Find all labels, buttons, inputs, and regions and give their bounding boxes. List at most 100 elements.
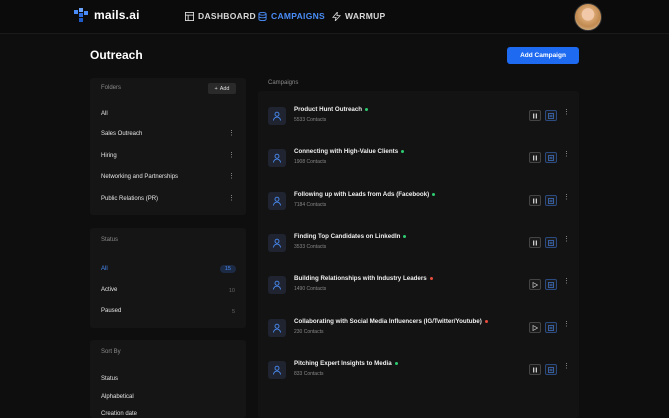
sort-item-creation-date[interactable]: Creation date bbox=[101, 411, 137, 417]
pause-icon bbox=[533, 367, 537, 372]
brand-name: mails.ai bbox=[94, 8, 140, 22]
folder-more-icon[interactable]: ⋮ bbox=[228, 152, 235, 159]
stats-icon bbox=[548, 154, 554, 161]
avatar[interactable] bbox=[574, 3, 602, 31]
nav-warmup-label: WARMUP bbox=[345, 11, 386, 21]
logo[interactable]: mails.ai bbox=[74, 8, 140, 22]
status-dot bbox=[401, 149, 405, 153]
add-folder-button[interactable]: + Add bbox=[208, 83, 236, 94]
stats-button[interactable] bbox=[545, 322, 557, 333]
bolt-icon bbox=[332, 11, 341, 21]
campaign-row[interactable]: Collaborating with Social Media Influenc… bbox=[258, 308, 579, 348]
campaign-row[interactable]: Pitching Expert Insights to Media 833 Con… bbox=[258, 350, 579, 390]
user-icon bbox=[268, 319, 286, 337]
nav-dashboard[interactable]: DASHBOARD bbox=[185, 11, 256, 21]
folder-item-hiring[interactable]: Hiring bbox=[101, 153, 117, 159]
add-campaign-button[interactable]: Add Campaign bbox=[507, 47, 579, 64]
more-icon[interactable]: ⋮ bbox=[563, 363, 570, 370]
stats-icon bbox=[548, 366, 554, 373]
play-button[interactable] bbox=[529, 279, 541, 290]
sort-heading: Sort By bbox=[101, 349, 121, 355]
more-icon[interactable]: ⋮ bbox=[563, 151, 570, 158]
page-title: Outreach bbox=[90, 48, 143, 62]
campaign-contacts: 5533 Contacts bbox=[294, 117, 327, 123]
campaign-contacts: 1490 Contacts bbox=[294, 286, 327, 292]
add-folder-label: Add bbox=[219, 85, 230, 92]
status-item-all[interactable]: All bbox=[101, 266, 108, 272]
stats-icon bbox=[548, 239, 554, 246]
stats-icon bbox=[548, 324, 554, 331]
pause-button[interactable] bbox=[529, 152, 541, 163]
folder-item-sales-outreach[interactable]: Sales Outreach bbox=[101, 131, 142, 137]
status-dot bbox=[394, 361, 398, 365]
nav-campaigns[interactable]: CAMPAIGNS bbox=[258, 11, 325, 21]
folder-more-icon[interactable]: ⋮ bbox=[228, 173, 235, 180]
campaign-title[interactable]: Following up with Leads from Ads (Facebo… bbox=[294, 191, 436, 198]
campaign-row[interactable]: Connecting with High-Value Clients 1908 C… bbox=[258, 138, 579, 178]
user-icon bbox=[268, 234, 286, 252]
pause-button[interactable] bbox=[529, 110, 541, 121]
stats-button[interactable] bbox=[545, 110, 557, 121]
status-item-paused[interactable]: Paused bbox=[101, 308, 121, 314]
stats-button[interactable] bbox=[545, 279, 557, 290]
sort-item-status[interactable]: Status bbox=[101, 376, 118, 382]
status-heading: Status bbox=[101, 237, 119, 243]
database-icon bbox=[258, 11, 267, 21]
stats-button[interactable] bbox=[545, 195, 557, 206]
nav-warmup[interactable]: WARMUP bbox=[332, 11, 386, 21]
campaign-title[interactable]: Building Relationships with Industry Lea… bbox=[294, 275, 433, 282]
folder-more-icon[interactable]: ⋮ bbox=[228, 195, 235, 202]
folders-heading: Folders bbox=[101, 85, 122, 91]
folder-item-all[interactable]: All bbox=[101, 111, 108, 117]
status-count-all: 15 bbox=[219, 265, 236, 273]
play-icon bbox=[532, 281, 538, 288]
campaign-row[interactable]: Following up with Leads from Ads (Facebo… bbox=[258, 181, 579, 221]
pause-icon bbox=[533, 198, 537, 203]
pause-button[interactable] bbox=[529, 364, 541, 375]
more-icon[interactable]: ⋮ bbox=[563, 321, 570, 328]
more-icon[interactable]: ⋮ bbox=[563, 194, 570, 201]
status-count-active: 10 bbox=[228, 288, 235, 294]
more-icon[interactable]: ⋮ bbox=[563, 278, 570, 285]
campaign-title[interactable]: Connecting with High-Value Clients bbox=[294, 148, 405, 155]
play-button[interactable] bbox=[529, 322, 541, 333]
user-icon bbox=[268, 192, 286, 210]
status-dot bbox=[403, 234, 407, 238]
user-icon bbox=[268, 361, 286, 379]
campaign-row[interactable]: Finding Top Candidates on LinkedIn 3533 C… bbox=[258, 223, 579, 263]
pause-icon bbox=[533, 240, 537, 245]
folder-more-icon[interactable]: ⋮ bbox=[228, 130, 235, 137]
stats-icon bbox=[548, 112, 554, 119]
campaign-title-text: Product Hunt Outreach bbox=[294, 106, 363, 113]
user-icon bbox=[268, 107, 286, 125]
stats-icon bbox=[548, 197, 554, 204]
more-icon[interactable]: ⋮ bbox=[563, 109, 570, 116]
nav-dashboard-label: DASHBOARD bbox=[198, 11, 256, 21]
stats-button[interactable] bbox=[545, 364, 557, 375]
status-panel: Status All 15 Active 10 Paused 5 bbox=[90, 228, 246, 328]
dashboard-icon bbox=[185, 11, 194, 21]
folder-item-public-relations[interactable]: Public Relations (PR) bbox=[101, 196, 158, 202]
folder-item-networking[interactable]: Networking and Partnerships bbox=[101, 174, 178, 180]
campaign-contacts: 1908 Contacts bbox=[294, 159, 327, 165]
campaigns-heading: Campaigns bbox=[268, 80, 299, 86]
campaign-title-text: Connecting with High-Value Clients bbox=[294, 148, 399, 155]
stats-icon bbox=[548, 281, 554, 288]
campaign-title-text: Collaborating with Social Media Influenc… bbox=[294, 318, 482, 325]
pause-button[interactable] bbox=[529, 195, 541, 206]
campaign-title[interactable]: Product Hunt Outreach bbox=[294, 106, 369, 113]
campaign-contacts: 3533 Contacts bbox=[294, 244, 327, 250]
stats-button[interactable] bbox=[545, 237, 557, 248]
campaign-row[interactable]: Building Relationships with Industry Lea… bbox=[258, 265, 579, 305]
campaign-row[interactable]: Product Hunt Outreach 5533 Contacts ⋮ bbox=[258, 96, 579, 136]
campaign-contacts: 230 Contacts bbox=[294, 329, 324, 335]
pause-icon bbox=[533, 113, 537, 118]
status-item-active[interactable]: Active bbox=[101, 287, 117, 293]
campaign-title[interactable]: Collaborating with Social Media Influenc… bbox=[294, 318, 488, 325]
campaign-title[interactable]: Finding Top Candidates on LinkedIn bbox=[294, 233, 407, 240]
stats-button[interactable] bbox=[545, 152, 557, 163]
sort-item-alphabetical[interactable]: Alphabetical bbox=[101, 394, 134, 400]
pause-button[interactable] bbox=[529, 237, 541, 248]
campaign-title[interactable]: Pitching Expert Insights to Media bbox=[294, 360, 398, 367]
more-icon[interactable]: ⋮ bbox=[563, 236, 570, 243]
